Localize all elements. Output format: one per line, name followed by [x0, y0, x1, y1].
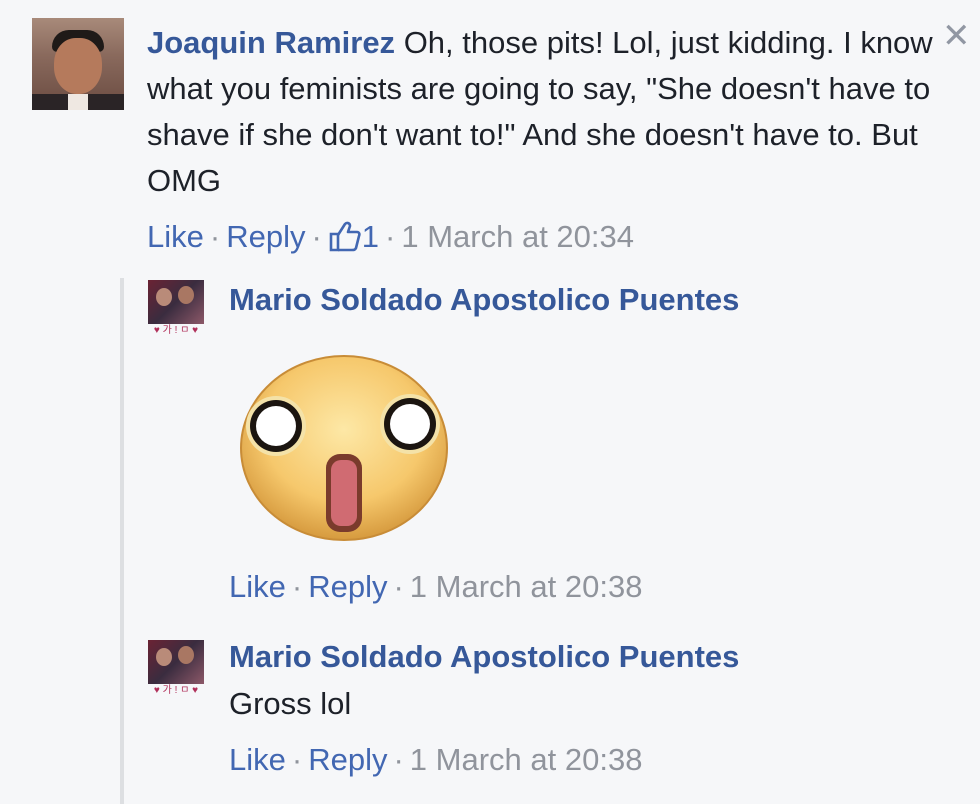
- reply-timestamp[interactable]: 1 March at 20:38: [410, 742, 643, 777]
- reply-avatar[interactable]: ♥ 가 ! ㅁ ♥: [148, 640, 204, 698]
- main-comment-timestamp[interactable]: 1 March at 20:34: [401, 219, 634, 254]
- avatar-caption: ♥ 가 ! ㅁ ♥: [153, 325, 199, 336]
- reply-avatar[interactable]: ♥ 가 ! ㅁ ♥: [148, 280, 204, 338]
- reply-actions: Like · Reply · 1 March at 20:38: [229, 742, 643, 777]
- like-link[interactable]: Like: [147, 219, 204, 254]
- like-link[interactable]: Like: [229, 742, 286, 777]
- thumbs-up-icon[interactable]: [328, 219, 362, 253]
- reply-link[interactable]: Reply: [308, 569, 387, 604]
- like-link[interactable]: Like: [229, 569, 286, 604]
- avatar-caption: ♥ 가 ! ㅁ ♥: [153, 685, 199, 696]
- reply-timestamp[interactable]: 1 March at 20:38: [410, 569, 643, 604]
- reply-text: Gross lol: [229, 686, 352, 721]
- like-count[interactable]: 1: [362, 219, 379, 254]
- commenter-avatar[interactable]: [32, 18, 124, 110]
- reply-author[interactable]: Mario Soldado Apostolico Puentes: [229, 637, 739, 677]
- main-comment-body: Joaquin Ramirez Oh, those pits! Lol, jus…: [147, 20, 947, 204]
- reply-actions: Like · Reply · 1 March at 20:38: [229, 569, 643, 604]
- reply-link[interactable]: Reply: [308, 742, 387, 777]
- close-icon[interactable]: ✕: [942, 16, 971, 56]
- main-comment-actions: Like · Reply · 1 · 1 March at 20:34: [147, 219, 635, 254]
- shocked-face-sticker: [240, 355, 448, 541]
- reply-link[interactable]: Reply: [226, 219, 305, 254]
- reply-thread-line: [120, 278, 124, 804]
- main-comment-author[interactable]: Joaquin Ramirez: [147, 25, 395, 60]
- reply-author[interactable]: Mario Soldado Apostolico Puentes: [229, 280, 739, 320]
